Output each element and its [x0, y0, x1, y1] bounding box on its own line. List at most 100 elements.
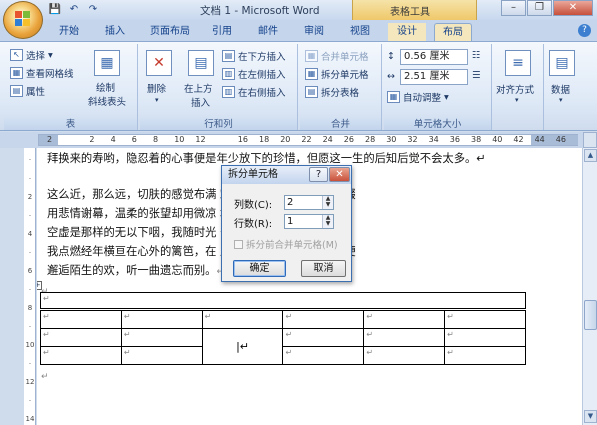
distribute-rows-icon[interactable]: ☷ — [472, 50, 481, 61]
ruler-tick-label: 28 — [365, 135, 376, 144]
properties-button[interactable]: ▤ 属性 — [10, 84, 45, 98]
vertical-ruler[interactable]: · · 2 · 4 · 6 · 8 · 10 · 12 · 14 — [24, 148, 36, 425]
table-cell[interactable]: ↵ — [201, 310, 284, 329]
table-cell[interactable]: ↵ — [120, 310, 203, 329]
split-cells-button[interactable]: ▦ 拆分单元格 — [305, 67, 369, 81]
tab-page-layout[interactable]: 页面布局 — [143, 23, 197, 41]
horizontal-ruler[interactable]: 2 2 4 6 8 10 12 16 18 20 22 24 26 28 30 32 34 36 38 40 42 44 4… — [38, 134, 578, 146]
table-cell[interactable]: ↵ — [444, 310, 526, 329]
vruler-tick-label: 4 — [27, 230, 33, 238]
vruler-tick-label: · — [28, 211, 32, 220]
row-height-input[interactable]: 0.56 厘米 — [400, 49, 468, 65]
gridlines-button[interactable]: ▦ 查看网格线 — [10, 66, 74, 80]
table-cell[interactable]: ↵ — [40, 292, 526, 309]
dialog-close-button[interactable]: ✕ — [329, 167, 350, 182]
title-bar: 💾 ↶ ↷ 文档 1 - Microsoft Word 表格工具 – ❐ ✕ — [0, 0, 597, 39]
scroll-up-icon[interactable]: ▲ — [584, 149, 597, 162]
rows-value: 1 — [287, 216, 294, 227]
insert-below-button[interactable]: ▤ 在下方插入 — [222, 49, 286, 63]
office-button[interactable] — [3, 1, 43, 39]
data-icon[interactable]: ▤ — [549, 50, 575, 76]
table-cell[interactable]: ↵ — [40, 346, 122, 365]
tab-layout[interactable]: 布局 — [434, 23, 472, 41]
insert-left-icon: ▥ — [222, 68, 235, 80]
delete-button[interactable]: 删除 — [147, 81, 166, 95]
columns-spinner-icon[interactable]: ▲ ▼ — [322, 196, 333, 209]
table-top[interactable]: ↵ — [40, 292, 526, 309]
group-label-table: 表 — [4, 116, 137, 130]
insert-right-button[interactable]: ▥ 在右侧插入 — [222, 85, 286, 99]
columns-input[interactable]: 2 ▲ ▼ — [284, 195, 334, 210]
table-cell[interactable]: ↵ — [363, 310, 446, 329]
ruler-tick-label: 24 — [322, 135, 333, 144]
cancel-button[interactable]: 取消 — [301, 260, 346, 277]
tab-design[interactable]: 设计 — [388, 23, 426, 41]
merge-cells-button[interactable]: ▦ 合并单元格 — [305, 49, 369, 63]
tab-home[interactable]: 开始 — [52, 23, 86, 41]
delete-icon[interactable]: ✕ — [146, 50, 172, 76]
table-cell[interactable]: ↵ — [282, 310, 365, 329]
redo-icon[interactable]: ↷ — [86, 3, 100, 16]
vertical-scrollbar[interactable]: ▲ ▼ — [582, 148, 597, 425]
window-title: 文档 1 - Microsoft Word — [200, 5, 320, 17]
scroll-thumb[interactable] — [584, 300, 597, 330]
vruler-tick-label: · — [28, 359, 32, 368]
columns-label: 列数(C): — [234, 200, 273, 211]
autofit-button[interactable]: ▦ 自动调整 ▾ — [387, 90, 449, 104]
ruler-tick-label: 10 — [174, 135, 185, 144]
split-cells-dialog: 拆分单元格 ? ✕ 列数(C): 2 ▲ ▼ 行数(R): 1 ▲ ▼ 拆分前合并单… — [221, 165, 352, 282]
rows-input[interactable]: 1 ▲ ▼ — [284, 214, 334, 229]
dialog-help-button[interactable]: ? — [309, 167, 328, 182]
help-icon[interactable]: ? — [578, 24, 591, 37]
table-cell[interactable]: ↵ — [444, 346, 526, 365]
table-cell[interactable]: ↵ — [40, 310, 122, 329]
merge-cells-icon: ▦ — [305, 50, 318, 62]
table-cell[interactable]: ↵ — [282, 328, 365, 347]
undo-icon[interactable]: ↶ — [67, 3, 81, 16]
scroll-down-icon[interactable]: ▼ — [584, 410, 597, 423]
table-cell[interactable]: ↵ — [363, 328, 446, 347]
table-cell[interactable]: ↵ — [363, 346, 446, 365]
insert-above-button[interactable]: 在上方 — [184, 81, 213, 95]
restore-button[interactable]: ❐ — [527, 0, 552, 16]
vruler-tick-label: 10 — [25, 341, 35, 349]
table-cell[interactable]: ↵ — [282, 346, 365, 365]
table-cell[interactable]: ↵ — [120, 328, 203, 347]
table-move-handle-icon[interactable]: + — [37, 281, 42, 290]
insert-above-icon[interactable]: ▤ — [188, 50, 214, 76]
insert-left-button[interactable]: ▥ 在左侧插入 — [222, 67, 286, 81]
ok-button[interactable]: 确定 — [233, 260, 286, 277]
group-data: ▤ 数据 ▾ — [546, 44, 580, 130]
rows-spinner-icon[interactable]: ▲ ▼ — [322, 215, 333, 228]
table-cell[interactable]: ↵ — [444, 328, 526, 347]
office-logo-icon — [15, 11, 33, 29]
tab-insert[interactable]: 插入 — [98, 23, 132, 41]
cursor-icon: ↖ — [10, 49, 23, 61]
close-button[interactable]: ✕ — [553, 0, 593, 16]
tab-view[interactable]: 视图 — [343, 23, 377, 41]
ruler-tick-label: 46 — [555, 135, 566, 144]
save-icon[interactable]: 💾 — [48, 3, 62, 16]
merge-before-split-checkbox[interactable]: 拆分前合并单元格(M) — [234, 237, 338, 251]
selected-table-cell[interactable]: |↵ — [201, 328, 284, 365]
distribute-columns-icon[interactable]: ☰ — [472, 70, 481, 81]
draw-diagonal-icon[interactable]: ▦ — [94, 50, 120, 76]
insert-below-icon: ▤ — [222, 50, 235, 62]
window-controls: – ❐ ✕ — [501, 0, 593, 16]
view-ruler-icon[interactable] — [583, 132, 597, 148]
minimize-button[interactable]: – — [501, 0, 526, 16]
table-cell[interactable]: ↵ — [120, 346, 203, 365]
alignment-icon[interactable]: ≡ — [505, 50, 531, 76]
select-button[interactable]: ↖ 选择 ▾ — [10, 48, 53, 62]
table-cell[interactable]: ↵ — [40, 328, 122, 347]
tab-references[interactable]: 引用 — [205, 23, 239, 41]
split-table-button[interactable]: ▤ 拆分表格 — [305, 85, 359, 99]
column-width-input[interactable]: 2.51 厘米 — [400, 69, 468, 85]
tab-review[interactable]: 审阅 — [297, 23, 331, 41]
ruler-tick-label: 36 — [449, 135, 460, 144]
tab-mailings[interactable]: 邮件 — [251, 23, 285, 41]
alignment-button[interactable]: 对齐方式 — [496, 82, 534, 96]
draw-diagonal-label-1: 绘制 — [96, 83, 116, 94]
data-button[interactable]: 数据 — [551, 82, 570, 96]
table-main[interactable]: ↵ ↵ ↵ ↵ ↵ ↵ ↵ ↵ |↵ ↵ ↵ ↵ ↵ ↵ ↵ ↵ ↵ — [40, 310, 526, 365]
